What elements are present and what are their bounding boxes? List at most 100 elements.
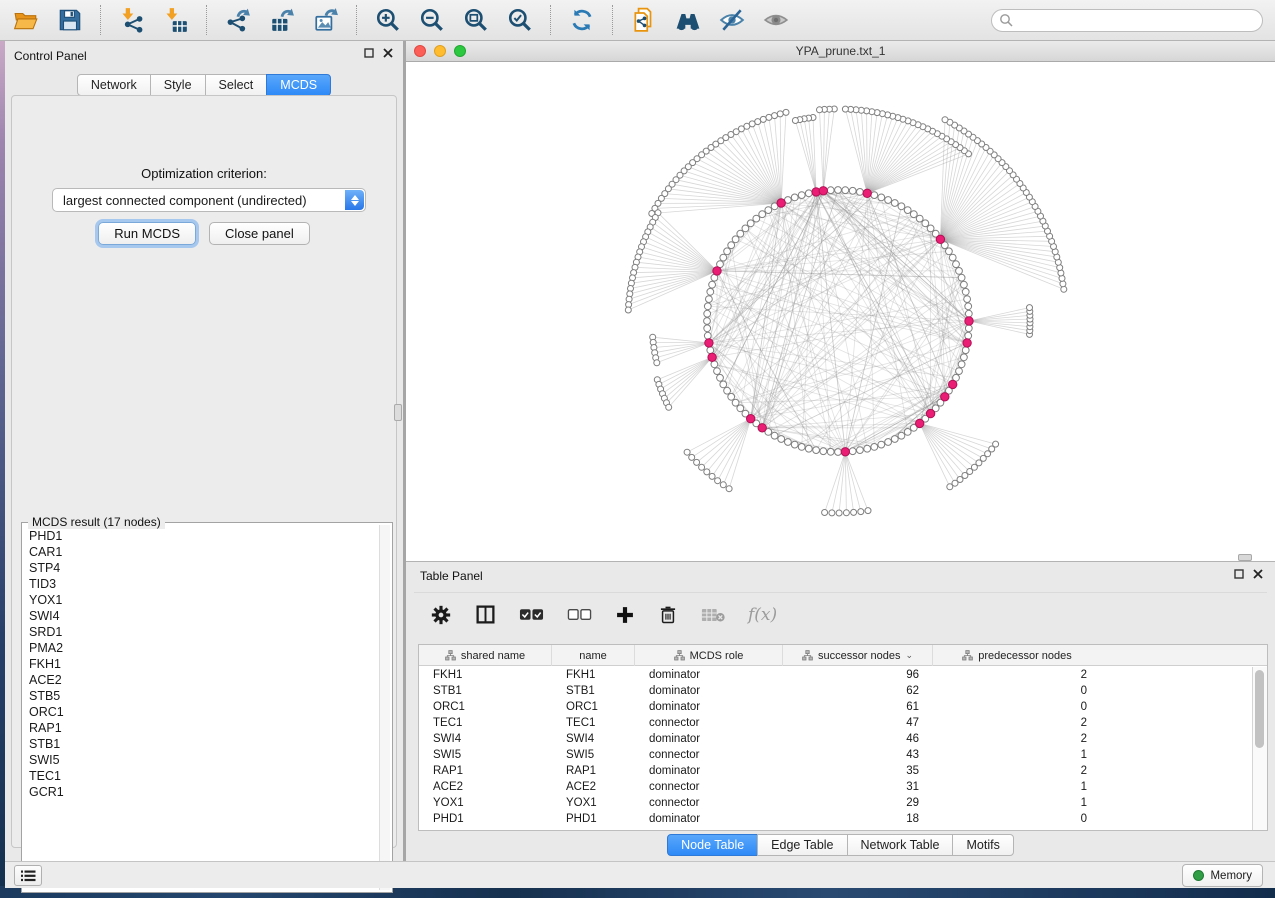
dominator-node[interactable]: [747, 415, 755, 423]
tab-network-table[interactable]: Network Table: [847, 834, 954, 856]
mcds-result-item[interactable]: STB5: [29, 688, 379, 704]
ring-node[interactable]: [778, 436, 785, 443]
ring-node[interactable]: [720, 381, 727, 388]
ring-node[interactable]: [898, 432, 905, 439]
ring-node[interactable]: [878, 441, 885, 448]
leaf-node[interactable]: [726, 486, 732, 492]
ring-node[interactable]: [805, 190, 812, 197]
dominator-node[interactable]: [949, 380, 957, 388]
zoom-selected-icon[interactable]: [506, 7, 533, 34]
ring-node[interactable]: [953, 261, 960, 268]
ring-node[interactable]: [704, 318, 711, 325]
add-column-icon[interactable]: [615, 605, 635, 625]
tab-mcds[interactable]: MCDS: [266, 74, 331, 96]
leaf-node[interactable]: [704, 469, 710, 475]
dominator-node[interactable]: [841, 448, 849, 456]
ring-node[interactable]: [958, 274, 965, 281]
leaf-node[interactable]: [720, 482, 726, 488]
leaf-node[interactable]: [760, 116, 766, 122]
dominator-node[interactable]: [936, 235, 944, 243]
network-canvas[interactable]: [406, 62, 1275, 561]
leaf-node[interactable]: [1027, 305, 1033, 311]
dominator-node[interactable]: [963, 339, 971, 347]
leaf-node[interactable]: [942, 117, 948, 123]
criterion-dropdown[interactable]: largest connected component (undirected): [52, 188, 366, 212]
ring-node[interactable]: [916, 215, 923, 222]
ring-node[interactable]: [857, 189, 864, 196]
ring-node[interactable]: [885, 197, 892, 204]
delete-columns-icon[interactable]: [658, 605, 678, 625]
leaf-node[interactable]: [792, 118, 798, 124]
ring-node[interactable]: [791, 441, 798, 448]
table-row[interactable]: FKH1FKH1dominator962: [419, 667, 1251, 683]
delete-table-icon[interactable]: [701, 607, 725, 623]
ring-node[interactable]: [717, 374, 724, 381]
ring-node[interactable]: [798, 444, 805, 451]
mcds-result-item[interactable]: FKH1: [29, 656, 379, 672]
ring-node[interactable]: [737, 405, 744, 412]
leaf-node[interactable]: [684, 449, 690, 455]
table-row[interactable]: YOX1YOX1connector291: [419, 795, 1251, 811]
ring-node[interactable]: [964, 296, 971, 303]
leaf-node[interactable]: [625, 307, 631, 313]
ring-node[interactable]: [827, 187, 834, 194]
mcds-result-item[interactable]: TID3: [29, 576, 379, 592]
network-window-titlebar[interactable]: YPA_prune.txt_1: [406, 41, 1275, 62]
ring-node[interactable]: [706, 296, 713, 303]
table-scrollbar-thumb[interactable]: [1255, 670, 1264, 748]
mcds-result-item[interactable]: ACE2: [29, 672, 379, 688]
leaf-node[interactable]: [843, 510, 849, 516]
ring-node[interactable]: [798, 192, 805, 199]
show-all-eye-icon[interactable]: [762, 7, 789, 34]
ring-node[interactable]: [864, 445, 871, 452]
close-panel-button[interactable]: Close panel: [209, 222, 310, 245]
ring-node[interactable]: [704, 303, 711, 310]
ring-node[interactable]: [962, 347, 969, 354]
dominator-node[interactable]: [758, 424, 766, 432]
ring-node[interactable]: [857, 447, 864, 454]
mcds-result-item[interactable]: YOX1: [29, 592, 379, 608]
mcds-result-item[interactable]: SRD1: [29, 624, 379, 640]
ring-node[interactable]: [910, 211, 917, 218]
leaf-node[interactable]: [865, 508, 871, 514]
ring-node[interactable]: [813, 447, 820, 454]
tab-network[interactable]: Network: [77, 74, 151, 96]
ring-node[interactable]: [922, 220, 929, 227]
ring-node[interactable]: [791, 194, 798, 201]
leaf-node[interactable]: [858, 509, 864, 515]
leaf-node[interactable]: [694, 459, 700, 465]
tab-style[interactable]: Style: [150, 74, 206, 96]
leaf-node[interactable]: [842, 106, 848, 112]
ring-node[interactable]: [785, 439, 792, 446]
table-row[interactable]: TEC1TEC1connector472: [419, 715, 1251, 731]
leaf-node[interactable]: [836, 510, 842, 516]
mcds-result-item[interactable]: STP4: [29, 560, 379, 576]
ring-node[interactable]: [849, 187, 856, 194]
column-header-predecessor-nodes[interactable]: predecessor nodes: [933, 645, 1101, 666]
mcds-result-item[interactable]: SWI5: [29, 752, 379, 768]
tab-motifs[interactable]: Motifs: [952, 834, 1013, 856]
close-panel-icon[interactable]: [383, 48, 393, 58]
column-header-shared-name[interactable]: shared name: [419, 645, 552, 666]
dominator-node[interactable]: [819, 187, 827, 195]
table-row[interactable]: STB1STB1dominator620: [419, 683, 1251, 699]
ring-node[interactable]: [747, 220, 754, 227]
ring-node[interactable]: [871, 192, 878, 199]
tab-node-table[interactable]: Node Table: [667, 834, 758, 856]
ring-node[interactable]: [704, 325, 711, 332]
zoom-fit-icon[interactable]: [462, 7, 489, 34]
refresh-view-icon[interactable]: [568, 7, 595, 34]
dominator-node[interactable]: [965, 317, 973, 325]
ring-node[interactable]: [891, 200, 898, 207]
column-header-successor-nodes[interactable]: successor nodes⌄: [783, 645, 933, 666]
export-image-icon[interactable]: [312, 7, 339, 34]
leaf-node[interactable]: [709, 473, 715, 479]
ring-node[interactable]: [753, 215, 760, 222]
mcds-result-item[interactable]: CAR1: [29, 544, 379, 560]
mcds-result-item[interactable]: GCR1: [29, 784, 379, 800]
ring-node[interactable]: [965, 325, 972, 332]
search-field[interactable]: [991, 9, 1263, 32]
dominator-node[interactable]: [777, 199, 785, 207]
ui-settings-menu-button[interactable]: [14, 865, 42, 886]
dominator-node[interactable]: [708, 353, 716, 361]
